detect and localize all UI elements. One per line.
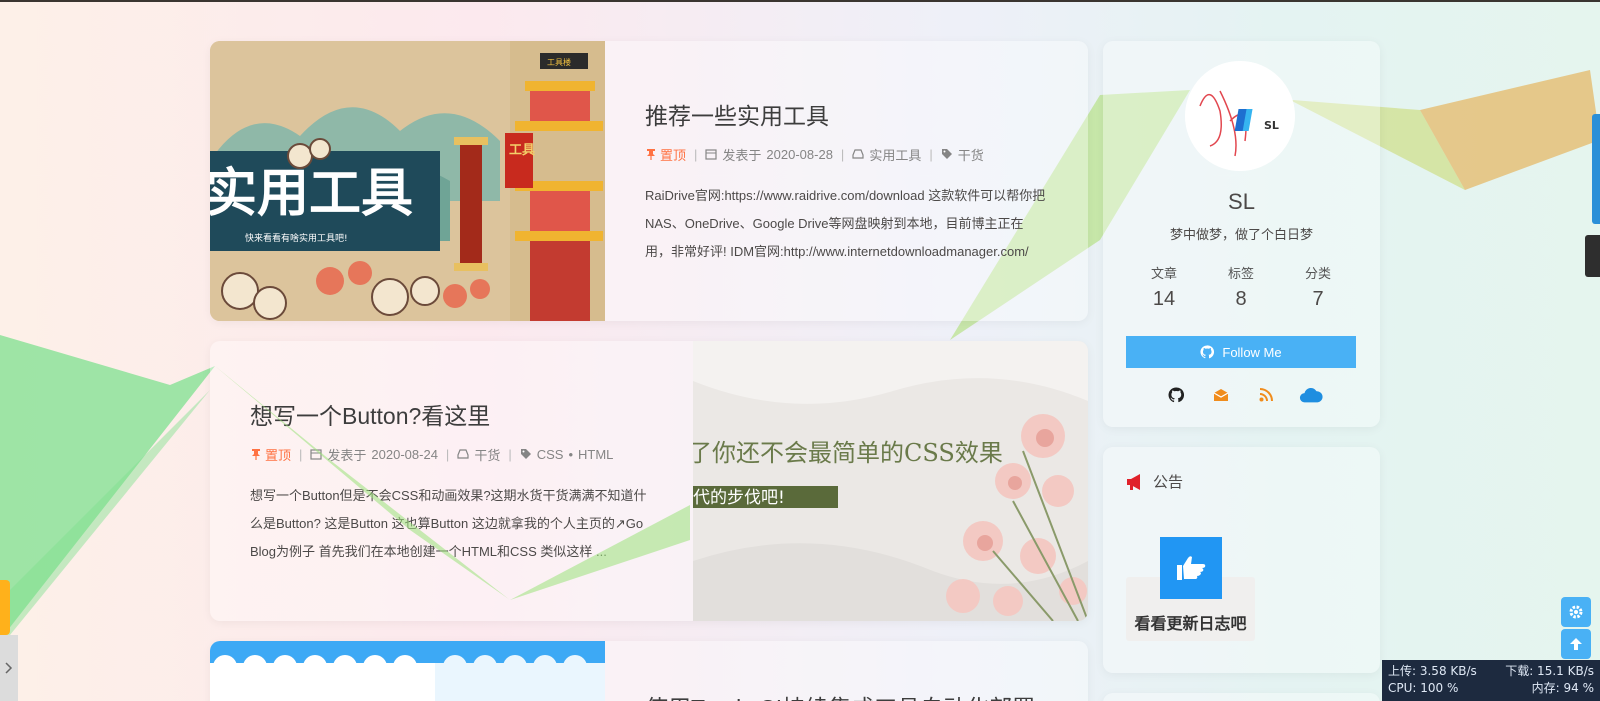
social-links bbox=[1153, 383, 1333, 407]
site-stats: 文章 14 标签 8 分类 7 bbox=[1126, 263, 1356, 311]
sticky-badge: 置顶 bbox=[250, 445, 291, 464]
network-monitor: 上传: 3.58 KB/s 下载: 15.1 KB/s CPU: 100 % 内存:… bbox=[1382, 660, 1600, 701]
side-handle[interactable] bbox=[1585, 235, 1600, 277]
update-log-label[interactable]: 看看更新日志吧 bbox=[1126, 610, 1255, 634]
post-info: 想写一个Button?看这里 置顶 | 发表于 2020-08-24 | 干货 … bbox=[210, 341, 693, 621]
stat-value: 14 bbox=[1152, 288, 1176, 310]
author-description: 梦中做梦，做了个白日梦 bbox=[1169, 227, 1313, 242]
gear-icon bbox=[1569, 605, 1583, 619]
cover-sign: 工具 bbox=[509, 143, 535, 158]
tag-icon bbox=[520, 449, 531, 459]
cover-illustration: 实用工具 快来看看有啥实用工具吧! 工具 工具楼 bbox=[210, 41, 605, 321]
post-cover[interactable] bbox=[210, 641, 605, 701]
chevron-right-icon bbox=[5, 662, 13, 674]
calendar-icon bbox=[705, 149, 718, 160]
megaphone-icon bbox=[1127, 473, 1140, 490]
tag-separator: • bbox=[568, 446, 574, 462]
cover-title: 实用工具 bbox=[210, 164, 413, 224]
scroll-indicator[interactable] bbox=[1592, 114, 1600, 224]
avatar-logo: SL bbox=[1185, 61, 1295, 171]
post-category[interactable]: 实用工具 bbox=[869, 145, 921, 164]
post-title[interactable]: 使用Travis CI持续集成工具自动化部署 bbox=[645, 689, 1048, 701]
github-icon[interactable] bbox=[1164, 383, 1188, 407]
stat-label: 文章 bbox=[1150, 266, 1177, 281]
download-speed: 下载: 15.1 KB/s bbox=[1505, 664, 1594, 678]
post-info: 使用Travis CI持续集成工具自动化部署 bbox=[605, 641, 1088, 701]
back-to-top-button[interactable] bbox=[1561, 629, 1591, 659]
post-date: 2020-08-24 bbox=[371, 446, 438, 462]
post-info: 推荐一些实用工具 置顶 | 发表于 2020-08-28 | 实用工具 | 干货… bbox=[605, 41, 1088, 321]
post-card[interactable]: 想写一个Button?看这里 置顶 | 发表于 2020-08-24 | 干货 … bbox=[210, 341, 1088, 621]
expand-sidebar-button[interactable] bbox=[0, 635, 18, 701]
announcement-card: 公告 看看更新日志吧 bbox=[1103, 447, 1380, 673]
author-card: SL SL 梦中做梦，做了个白日梦 文章 14 标签 8 分类 7 Follow… bbox=[1103, 41, 1380, 427]
announcement-title: 公告 bbox=[1153, 474, 1184, 491]
pin-icon bbox=[252, 449, 260, 460]
cover-subtitle: 快来看看有啥实用工具吧! bbox=[245, 232, 348, 244]
post-tag[interactable]: 干货 bbox=[958, 145, 984, 164]
cover-illustration: 了你还不会最简单的CSS效果 代的步伐吧! bbox=[693, 341, 1088, 621]
avatar[interactable]: SL bbox=[1185, 61, 1295, 171]
post-excerpt: 想写一个Button但是不会CSS和动画效果?这期水货干货满满不知道什么是But… bbox=[250, 487, 647, 559]
arrow-up-icon bbox=[1570, 638, 1582, 650]
post-cover[interactable]: 实用工具 快来看看有啥实用工具吧! 工具 工具楼 bbox=[210, 41, 605, 321]
post-meta: 置顶 | 发表于 2020-08-28 | 实用工具 | 干货 bbox=[645, 145, 1048, 164]
author-name: SL bbox=[1228, 189, 1255, 214]
stat-value: 7 bbox=[1312, 288, 1324, 310]
post-card[interactable]: 实用工具 快来看看有啥实用工具吧! 工具 工具楼 推荐一些实用工具 置顶 | 发… bbox=[210, 41, 1088, 321]
github-icon bbox=[1200, 345, 1215, 359]
post-excerpt: RaiDrive官网:https://www.raidrive.com/down… bbox=[645, 187, 1046, 259]
announcement-header: 公告 bbox=[1125, 471, 1183, 492]
post-tag[interactable]: HTML bbox=[578, 447, 613, 462]
post-title[interactable]: 想写一个Button?看这里 bbox=[250, 397, 653, 431]
settings-button[interactable] bbox=[1561, 597, 1591, 627]
follow-label: Follow Me bbox=[1222, 344, 1282, 360]
left-side-tab[interactable] bbox=[0, 580, 10, 635]
sticky-badge: 置顶 bbox=[645, 145, 686, 164]
post-title[interactable]: 推荐一些实用工具 bbox=[645, 97, 1048, 131]
post-tag[interactable]: CSS bbox=[537, 447, 564, 462]
calendar-icon bbox=[310, 449, 323, 460]
aside-card bbox=[1103, 693, 1380, 701]
memory-usage: 内存: 94 % bbox=[1531, 681, 1594, 695]
follow-me-button[interactable]: Follow Me bbox=[1126, 336, 1356, 368]
avatar-text: SL bbox=[1264, 119, 1279, 132]
stat-categories[interactable]: 分类 7 bbox=[1280, 263, 1356, 311]
post-date: 2020-08-28 bbox=[766, 146, 833, 162]
email-icon[interactable] bbox=[1209, 383, 1233, 407]
pointing-hand-icon[interactable] bbox=[1160, 537, 1222, 599]
stat-tags[interactable]: 标签 8 bbox=[1203, 263, 1279, 311]
inbox-icon bbox=[457, 449, 469, 459]
date-prefix: 发表于 bbox=[327, 447, 367, 463]
inbox-icon bbox=[852, 149, 864, 159]
stat-label: 标签 bbox=[1227, 266, 1254, 281]
upload-speed: 上传: 3.58 KB/s bbox=[1388, 664, 1477, 678]
cover-line1: 了你还不会最简单的CSS效果 bbox=[693, 439, 1003, 467]
cpu-usage: CPU: 100 % bbox=[1388, 681, 1459, 695]
cover-illustration bbox=[210, 641, 605, 701]
rss-icon[interactable] bbox=[1254, 383, 1278, 407]
post-card[interactable]: 使用Travis CI持续集成工具自动化部署 bbox=[210, 641, 1088, 701]
date-prefix: 发表于 bbox=[722, 147, 762, 163]
stat-articles[interactable]: 文章 14 bbox=[1126, 263, 1202, 311]
cover-line2: 代的步伐吧! bbox=[693, 488, 785, 508]
post-cover[interactable]: 了你还不会最简单的CSS效果 代的步伐吧! bbox=[693, 341, 1088, 621]
cloud-icon[interactable] bbox=[1299, 383, 1323, 407]
sticky-label: 置顶 bbox=[265, 447, 292, 463]
stat-value: 8 bbox=[1235, 288, 1247, 310]
post-meta: 置顶 | 发表于 2020-08-24 | 干货 | CSS • HTML bbox=[250, 445, 653, 464]
top-strip bbox=[0, 0, 1600, 2]
pin-icon bbox=[647, 149, 655, 160]
post-category[interactable]: 干货 bbox=[474, 445, 500, 464]
cover-tower-sign: 工具楼 bbox=[547, 57, 571, 67]
stat-label: 分类 bbox=[1304, 266, 1331, 281]
sticky-label: 置顶 bbox=[660, 147, 687, 163]
tag-icon bbox=[941, 149, 952, 159]
